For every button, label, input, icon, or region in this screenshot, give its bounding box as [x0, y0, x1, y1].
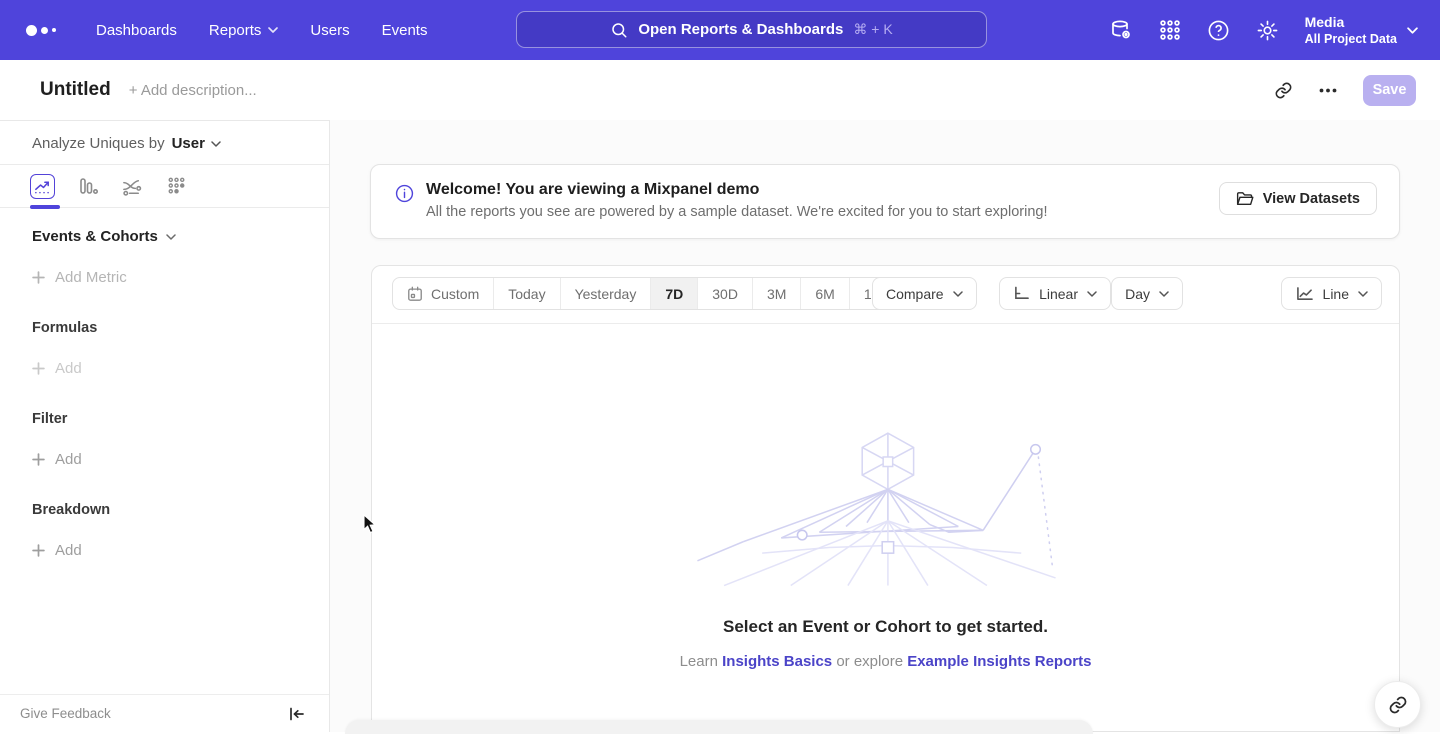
add-description-field[interactable]: + Add description...: [129, 82, 257, 99]
empty-state-illustration: [686, 424, 1086, 589]
filter-section-label: Filter: [0, 377, 329, 427]
empty-state-links: Learn Insights Basics or explore Example…: [372, 653, 1399, 670]
search-shortcut: ⌘ + K: [853, 21, 892, 38]
banner-subtitle: All the reports you see are powered by a…: [426, 204, 1048, 220]
banner-title: Welcome! You are viewing a Mixpanel demo: [426, 181, 1048, 199]
primary-nav: Dashboards Reports Users Events: [80, 14, 443, 47]
tab-flow[interactable]: [121, 175, 144, 198]
report-canvas: Welcome! You are viewing a Mixpanel demo…: [330, 120, 1440, 732]
nav-events[interactable]: Events: [366, 14, 444, 47]
share-link-floating-button[interactable]: [1374, 681, 1421, 728]
chevron-down-icon: [166, 234, 176, 240]
insights-line-tab-icon: [30, 174, 55, 199]
tab-insights-line[interactable]: [30, 174, 55, 199]
sidebar-footer: Give Feedback: [0, 694, 329, 732]
add-breakdown-button[interactable]: Add: [0, 518, 329, 559]
events-cohorts-section-toggle[interactable]: Events & Cohorts: [0, 208, 329, 245]
global-search-input[interactable]: Open Reports & Dashboards ⌘ + K: [516, 11, 987, 48]
date-range-custom[interactable]: Custom: [393, 278, 494, 309]
plus-icon: [32, 544, 45, 557]
breakdown-section-label: Breakdown: [0, 468, 329, 518]
date-range-7d[interactable]: 7D: [651, 278, 698, 309]
apps-grid-icon[interactable]: [1159, 19, 1181, 41]
add-metric-button[interactable]: Add Metric: [0, 245, 329, 286]
project-name: Media: [1305, 14, 1397, 31]
chevron-down-icon: [953, 291, 963, 297]
chevron-down-icon: [1358, 291, 1368, 297]
settings-gear-icon[interactable]: [1256, 19, 1279, 42]
plus-icon: [32, 362, 45, 375]
empty-state-title: Select an Event or Cohort to get started…: [372, 617, 1399, 637]
info-icon: [395, 184, 414, 203]
chart-type-dropdown[interactable]: Line: [1281, 277, 1382, 310]
report-header-bar: Untitled + Add description... Save: [0, 60, 1440, 120]
formulas-section-label: Formulas: [0, 286, 329, 336]
topnav-right-cluster: Media All Project Data: [1109, 0, 1418, 60]
report-title[interactable]: Untitled: [40, 79, 111, 101]
folder-icon: [1236, 191, 1254, 207]
date-range-today[interactable]: Today: [494, 278, 560, 309]
copy-link-icon[interactable]: [1274, 81, 1293, 100]
link-icon: [1388, 695, 1408, 715]
nav-dashboards[interactable]: Dashboards: [80, 14, 193, 47]
linear-scale-icon: [1013, 286, 1030, 301]
save-button[interactable]: Save: [1363, 75, 1416, 106]
analyze-by-dropdown[interactable]: User: [172, 135, 221, 152]
more-ellipsis-icon[interactable]: [1319, 88, 1337, 93]
analyze-uniques-label: Analyze Uniques by: [32, 135, 165, 152]
example-insights-reports-link[interactable]: Example Insights Reports: [907, 653, 1091, 670]
date-range-6m[interactable]: 6M: [801, 278, 849, 309]
date-range-30d[interactable]: 30D: [698, 278, 753, 309]
search-icon: [610, 21, 628, 39]
data-library-icon[interactable]: [1109, 18, 1133, 42]
top-navigation-bar: Dashboards Reports Users Events Open Rep…: [0, 0, 1440, 60]
granularity-dropdown[interactable]: Day: [1111, 277, 1183, 310]
search-placeholder: Open Reports & Dashboards: [638, 21, 843, 38]
empty-state: Select an Event or Cohort to get started…: [372, 324, 1399, 670]
chart-controls-row: Custom Today Yesterday 7D 30D 3M 6M 12M …: [372, 266, 1399, 324]
add-filter-button[interactable]: Add: [0, 427, 329, 468]
date-range-yesterday[interactable]: Yesterday: [561, 278, 652, 309]
query-builder-sidebar: Analyze Uniques by User Events & Cohorts…: [0, 120, 330, 732]
date-range-3m[interactable]: 3M: [753, 278, 801, 309]
chevron-down-icon: [268, 27, 278, 33]
active-tab-underline: [30, 205, 60, 209]
help-icon[interactable]: [1207, 19, 1230, 42]
nav-users[interactable]: Users: [294, 14, 365, 47]
date-range-segmented-control: Custom Today Yesterday 7D 30D 3M 6M 12M: [392, 277, 906, 310]
chevron-down-icon: [211, 141, 221, 147]
line-chart-icon: [1295, 286, 1314, 302]
mixpanel-logo[interactable]: [26, 25, 66, 36]
add-formula-button[interactable]: Add: [0, 336, 329, 377]
view-datasets-button[interactable]: View Datasets: [1219, 182, 1377, 215]
nav-reports[interactable]: Reports: [193, 14, 295, 47]
visualization-tabs: [0, 164, 329, 208]
flow-tab-icon: [121, 175, 144, 198]
plus-icon: [32, 271, 45, 284]
collapse-sidebar-icon[interactable]: [289, 707, 305, 721]
tab-retention-grid[interactable]: [166, 176, 187, 197]
compare-dropdown[interactable]: Compare: [872, 277, 977, 310]
project-switcher[interactable]: Media All Project Data: [1305, 14, 1418, 47]
chevron-down-icon: [1407, 27, 1418, 34]
give-feedback-link[interactable]: Give Feedback: [20, 706, 111, 721]
demo-welcome-banner: Welcome! You are viewing a Mixpanel demo…: [370, 164, 1400, 239]
bar-chart-tab-icon: [77, 175, 99, 197]
tab-bar-chart[interactable]: [77, 175, 99, 197]
insights-basics-link[interactable]: Insights Basics: [722, 653, 832, 670]
retention-grid-tab-icon: [166, 176, 187, 197]
insights-chart-panel: Custom Today Yesterday 7D 30D 3M 6M 12M …: [371, 265, 1400, 732]
scale-dropdown[interactable]: Linear: [999, 277, 1111, 310]
project-scope: All Project Data: [1305, 31, 1397, 47]
chevron-down-icon: [1087, 291, 1097, 297]
calendar-icon: [407, 286, 423, 302]
plus-icon: [32, 453, 45, 466]
chevron-down-icon: [1159, 291, 1169, 297]
